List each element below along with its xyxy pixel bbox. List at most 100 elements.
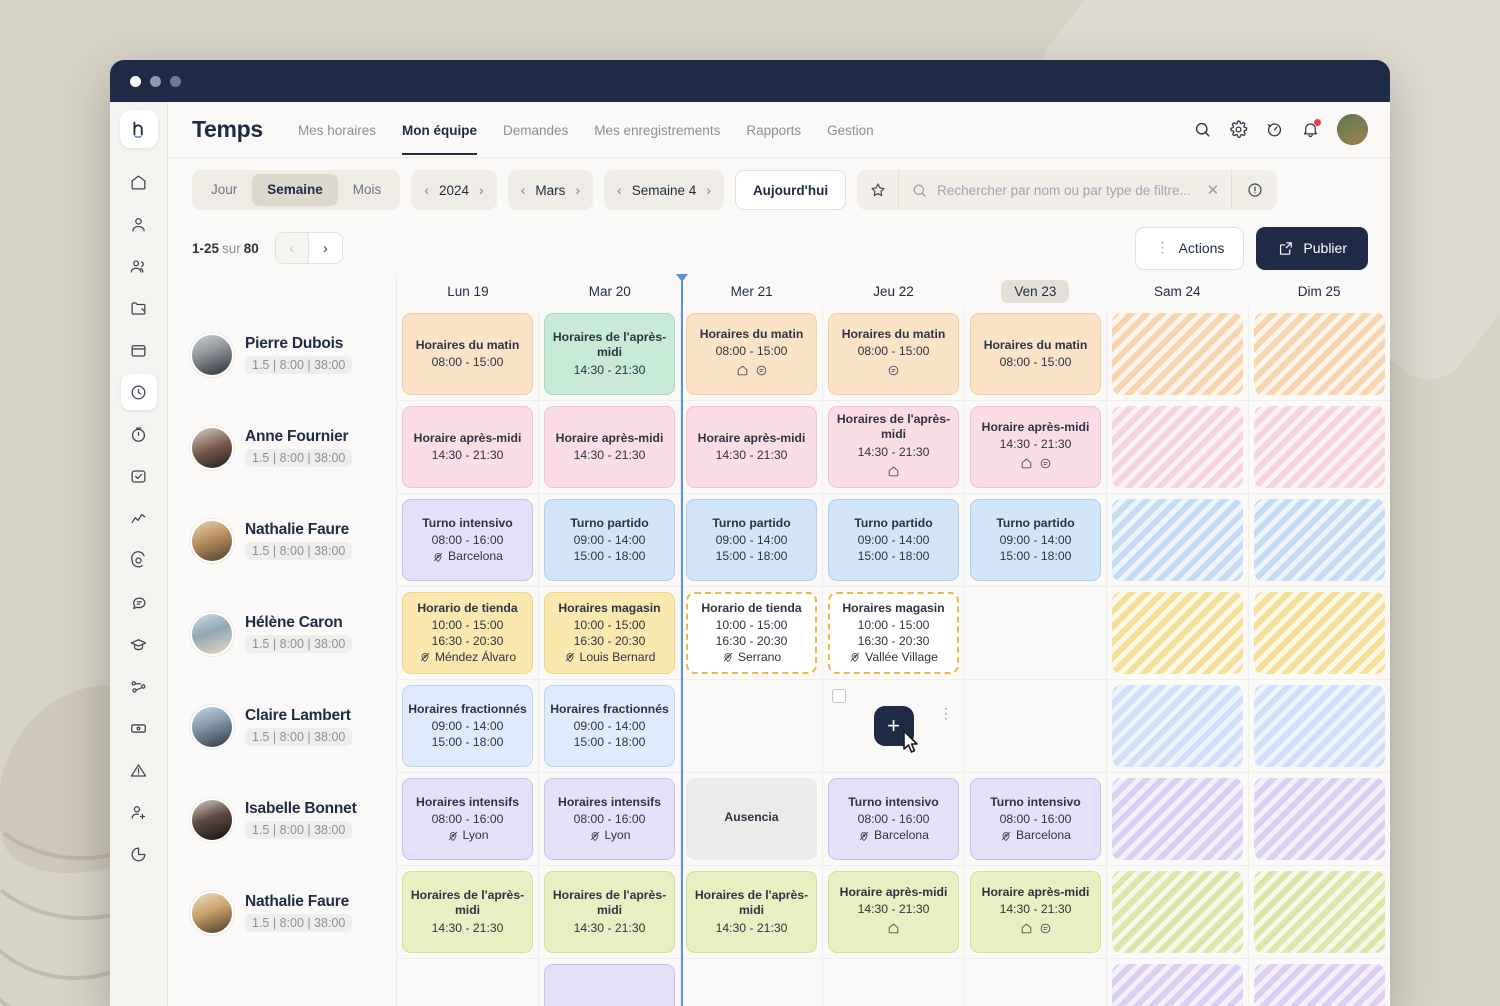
tab-mes-enregistrements[interactable]: Mes enregistrements — [581, 105, 733, 155]
employee-row[interactable]: Anne Fournier 1.5 | 8:00 | 38:00 — [168, 401, 396, 494]
sidebar-item-recruitment[interactable] — [121, 794, 157, 830]
info-icon[interactable] — [1231, 170, 1278, 210]
shift-card[interactable]: Horaire après-midi 14:30 - 21:30 — [686, 406, 817, 488]
shift-card[interactable]: Horaires fractionnés 09:00 - 14:00 15:00 -… — [402, 685, 533, 767]
schedule-cell[interactable]: Horaire après-midi 14:30 - 21:30 — [965, 866, 1107, 958]
schedule-cell[interactable]: Horario de tienda 10:00 - 15:00 16:30 - 20… — [397, 587, 539, 679]
cell-kebab-menu-icon[interactable]: ⋮ — [939, 706, 953, 720]
shift-card[interactable]: Horaires de l'après-midi 14:30 - 21:30 — [686, 871, 817, 953]
sidebar-item-profile[interactable] — [121, 206, 157, 242]
schedule-cell[interactable]: Horaires de l'après-midi 14:30 - 21:30 — [823, 401, 965, 493]
shift-card[interactable]: Turno partido 09:00 - 14:00 15:00 - 18:00 — [828, 499, 959, 581]
schedule-cell[interactable] — [1107, 308, 1249, 400]
window-minimize-dot[interactable] — [150, 75, 161, 87]
sidebar-item-workflow[interactable] — [121, 668, 157, 704]
view-mode-semaine[interactable]: Semaine — [252, 174, 338, 206]
empty-slot[interactable] — [970, 964, 1101, 1006]
pagination-next-button[interactable]: › — [308, 233, 342, 263]
schedule-cell[interactable] — [681, 959, 823, 1006]
schedule-cell[interactable]: Horario de tienda 10:00 - 15:00 16:30 - 20… — [681, 587, 823, 679]
chevron-left-icon[interactable]: ‹ — [424, 183, 429, 197]
shift-card[interactable]: Horaires de l'après-midi 14:30 - 21:30 — [544, 313, 675, 395]
sidebar-item-payroll[interactable] — [121, 710, 157, 746]
schedule-cell[interactable] — [1249, 959, 1390, 1006]
filter-search-box[interactable]: ✕ — [899, 170, 1232, 210]
schedule-cell[interactable] — [965, 959, 1107, 1006]
schedule-cell[interactable] — [1249, 773, 1390, 865]
schedule-cell[interactable]: Horaire après-midi 14:30 - 21:30 — [397, 401, 539, 493]
schedule-cell[interactable]: Turno intensivo 08:00 - 16:00 Barcelona — [397, 494, 539, 586]
shift-card[interactable]: Horaires du matin 08:00 - 15:00 — [402, 313, 533, 395]
schedule-cell[interactable]: Turno intensivo 08:00 - 16:00 Barcelona — [965, 773, 1107, 865]
schedule-cell[interactable] — [823, 959, 965, 1006]
schedule-cell[interactable] — [397, 959, 539, 1006]
shift-card[interactable]: Horaire après-midi 14:30 - 21:30 — [544, 406, 675, 488]
schedule-cell[interactable] — [1107, 959, 1249, 1006]
schedule-cell[interactable] — [1107, 866, 1249, 958]
employee-row[interactable]: Nathalie Faure 1.5 | 8:00 | 38:00 — [168, 494, 396, 587]
schedule-cell[interactable]: Turno partido 09:00 - 14:00 15:00 - 18:00 — [965, 494, 1107, 586]
shift-card[interactable]: Horaires fractionnés 09:00 - 14:00 15:00 -… — [544, 685, 675, 767]
sidebar-item-reports[interactable] — [121, 836, 157, 872]
bell-icon[interactable] — [1301, 119, 1321, 139]
chevron-left-icon[interactable]: ‹ — [521, 183, 526, 197]
schedule-cell[interactable] — [1249, 308, 1390, 400]
sidebar-item-home[interactable] — [121, 164, 157, 200]
chevron-right-icon[interactable]: › — [706, 183, 711, 197]
schedule-cell[interactable]: Horaires du matin 08:00 - 15:00 — [681, 308, 823, 400]
month-stepper[interactable]: ‹ Mars › — [507, 170, 594, 210]
employee-row[interactable]: Pierre Dubois 1.5 | 8:00 | 38:00 — [168, 308, 396, 401]
sidebar-item-learning[interactable] — [121, 626, 157, 662]
app-logo[interactable] — [119, 110, 158, 148]
shift-card[interactable]: Horaires du matin 08:00 - 15:00 — [970, 313, 1101, 395]
schedule-cell[interactable]: Turno partido 09:00 - 14:00 15:00 - 18:00 — [539, 494, 681, 586]
shift-card[interactable]: Horaires de l'après-midi 14:30 - 21:30 — [828, 406, 959, 488]
shift-card[interactable]: Horaires intensifs 08:00 - 16:00 Lyon — [402, 778, 533, 860]
tab-rapports[interactable]: Rapports — [733, 105, 814, 155]
shift-card[interactable]: Ausencia — [686, 778, 817, 860]
empty-slot[interactable] — [970, 685, 1101, 767]
schedule-cell[interactable]: Horaires magasin 10:00 - 15:00 16:30 - 20:… — [823, 587, 965, 679]
schedule-cell[interactable] — [1249, 866, 1390, 958]
shift-card[interactable]: Horaire après-midi 14:30 - 21:30 — [970, 871, 1101, 953]
schedule-cell[interactable] — [1107, 494, 1249, 586]
sidebar-item-team[interactable] — [121, 248, 157, 284]
schedule-cell[interactable] — [1107, 773, 1249, 865]
empty-slot[interactable] — [970, 592, 1101, 674]
schedule-cell[interactable]: Turno partido 09:00 - 14:00 15:00 - 18:00 — [681, 494, 823, 586]
schedule-cell[interactable] — [681, 680, 823, 772]
week-stepper[interactable]: ‹ Semaine 4 › — [604, 170, 724, 210]
shift-card[interactable]: Turno intensivo 08:00 - 16:00 Barcelona — [828, 778, 959, 860]
tab-mes-horaires[interactable]: Mes horaires — [285, 105, 389, 155]
clear-search-icon[interactable]: ✕ — [1207, 181, 1220, 199]
shift-card[interactable]: Horaire après-midi 14:30 - 21:30 — [970, 406, 1101, 488]
speedometer-icon[interactable] — [1265, 120, 1284, 139]
gear-icon[interactable] — [1229, 120, 1248, 139]
sidebar-item-documents[interactable] — [121, 290, 157, 326]
schedule-cell[interactable]: Horaires du matin 08:00 - 15:00 — [965, 308, 1107, 400]
schedule-cell[interactable]: Horaires fractionnés 09:00 - 14:00 15:00 -… — [397, 680, 539, 772]
view-mode-jour[interactable]: Jour — [196, 174, 252, 206]
schedule-cell[interactable]: Horaires magasin 10:00 - 15:00 16:30 - 20:… — [539, 587, 681, 679]
schedule-cell[interactable]: Horaires fractionnés 09:00 - 14:00 15:00 -… — [539, 680, 681, 772]
schedule-cell[interactable]: Horaire après-midi 14:30 - 21:30 — [539, 401, 681, 493]
actions-button[interactable]: ⋮ Actions — [1135, 226, 1245, 270]
shift-card[interactable]: Horaire après-midi 14:30 - 21:30 — [828, 871, 959, 953]
sidebar-item-timer[interactable] — [121, 416, 157, 452]
empty-slot[interactable] — [828, 964, 959, 1006]
sidebar-item-tasks[interactable] — [121, 458, 157, 494]
sidebar-item-time[interactable] — [120, 374, 157, 410]
employee-row[interactable]: Hélène Caron 1.5 | 8:00 | 38:00 — [168, 587, 396, 680]
shift-card[interactable]: Horario de tienda 10:00 - 15:00 16:30 - 20… — [686, 592, 817, 674]
tab-mon-equipe[interactable]: Mon équipe — [389, 105, 490, 155]
schedule-cell[interactable] — [1107, 587, 1249, 679]
search-input[interactable] — [937, 182, 1198, 198]
shift-card[interactable]: Turno intensivo 08:00 - 16:00 Barcelona — [402, 499, 533, 581]
today-button[interactable]: Aujourd'hui — [734, 170, 847, 210]
schedule-cell[interactable] — [539, 959, 681, 1006]
schedule-cell[interactable]: Horaire après-midi 14:30 - 21:30 — [823, 866, 965, 958]
sidebar-item-alerts[interactable] — [121, 752, 157, 788]
schedule-cell[interactable] — [965, 680, 1107, 772]
schedule-cell[interactable]: Horaires de l'après-midi 14:30 - 21:30 — [539, 308, 681, 400]
year-stepper[interactable]: ‹ 2024 › — [411, 170, 497, 210]
